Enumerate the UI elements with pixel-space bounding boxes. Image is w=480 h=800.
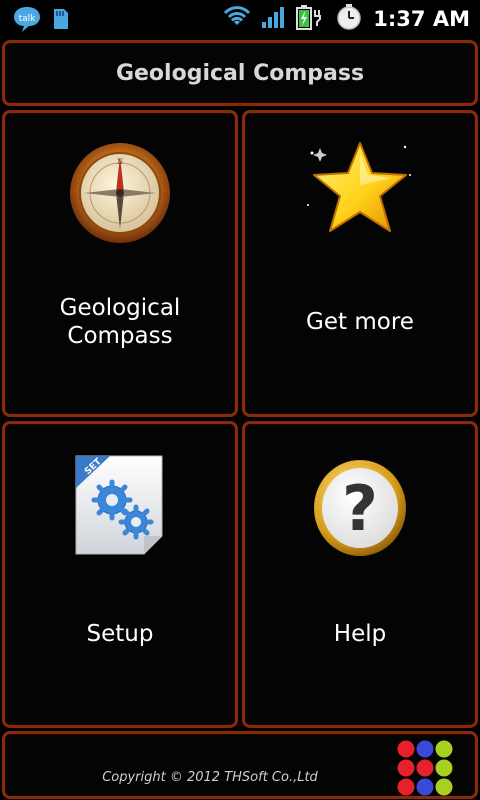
sd-card-icon: [52, 7, 70, 35]
tile-label: Geological Compass: [5, 294, 235, 350]
signal-icon: [261, 5, 285, 33]
logo-dot: [397, 778, 415, 796]
svg-text:N: N: [117, 158, 123, 166]
logo-dot: [397, 759, 415, 777]
logo-dot: [435, 778, 453, 796]
logo-dot: [435, 759, 453, 777]
tile-geological-compass[interactable]: N Geological Compass: [2, 110, 238, 417]
title-bar: Geological Compass: [2, 40, 478, 106]
copyright-text: Copyright © 2012 THSoft Co.,Ltd: [102, 770, 318, 785]
logo-dot: [416, 759, 434, 777]
help-glyph: ?: [342, 472, 378, 545]
status-bar: talk 1:37 AM: [0, 0, 480, 38]
app-logo-dots[interactable]: [397, 740, 453, 796]
status-time: 1:37 AM: [373, 7, 470, 31]
tile-label-line2: Compass: [67, 323, 173, 349]
logo-dot: [416, 778, 434, 796]
tile-setup[interactable]: SET Setup: [2, 421, 238, 728]
talk-icon-label: talk: [19, 14, 37, 24]
footer: Copyright © 2012 THSoft Co.,Ltd: [2, 731, 478, 799]
tile-label: Setup: [86, 621, 154, 647]
page-title: Geological Compass: [115, 60, 365, 86]
settings-file-icon: SET: [70, 452, 170, 562]
help-icon: ?: [312, 458, 408, 562]
compass-icon: N: [68, 141, 172, 249]
tile-help[interactable]: ? Help: [242, 421, 478, 728]
talk-icon: talk: [12, 5, 42, 37]
logo-dot: [397, 740, 415, 758]
tile-label: Get more: [306, 309, 414, 335]
tile-label: Help: [333, 621, 387, 647]
wifi-icon: [223, 5, 251, 33]
tile-label-line1: Geological: [59, 295, 181, 321]
battery-charging-icon: [295, 4, 325, 34]
alarm-icon: [335, 3, 363, 35]
logo-dot: [416, 740, 434, 758]
star-icon: [300, 135, 420, 251]
tile-get-more[interactable]: Get more: [242, 110, 478, 417]
logo-dot: [435, 740, 453, 758]
